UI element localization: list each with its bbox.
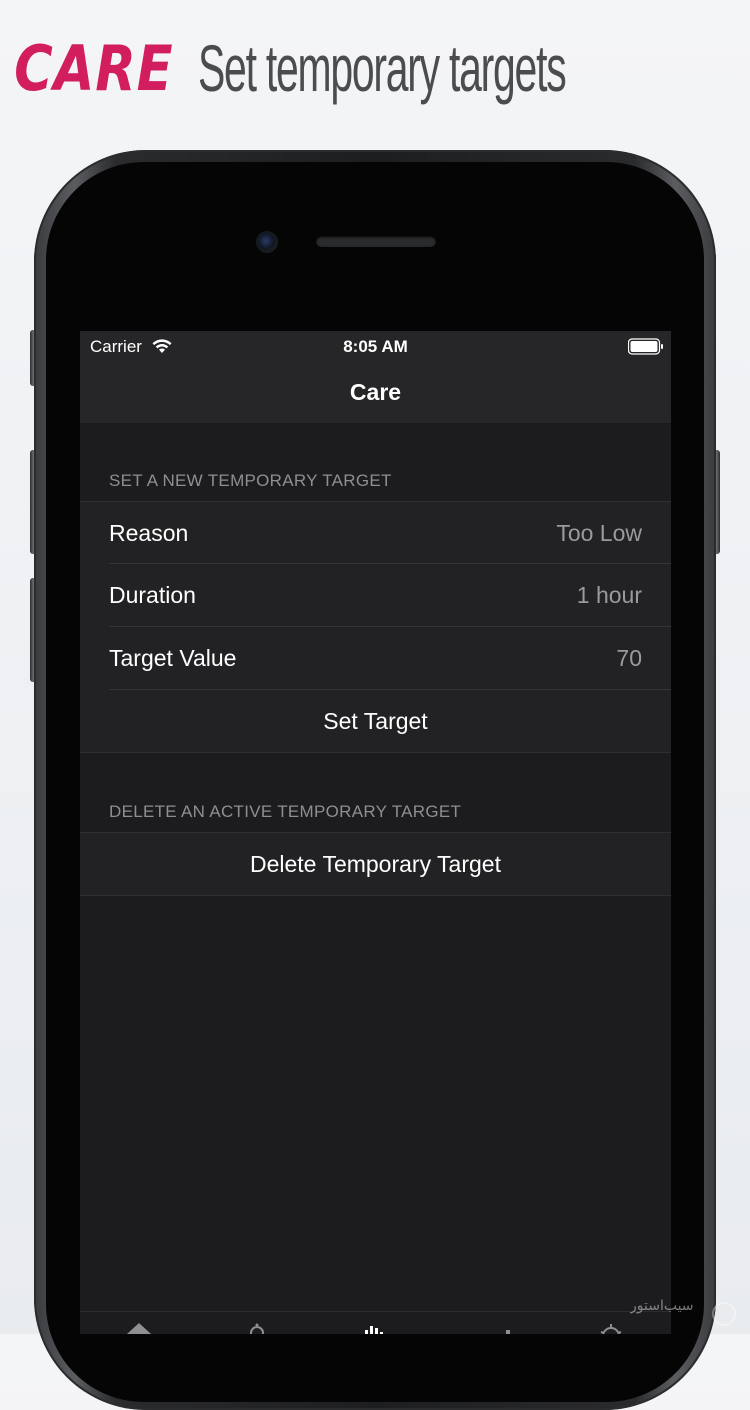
watermark: سیب‌استور [630, 1298, 740, 1328]
watermark-text: سیب‌استور [630, 1298, 694, 1314]
promo-tagline: Set temporary targets [198, 31, 567, 105]
front-camera [256, 231, 278, 253]
brand-logo: CARE [14, 31, 174, 105]
reason-row[interactable]: Reason Too Low [80, 502, 671, 564]
status-time: 8:05 AM [343, 337, 408, 356]
home-icon[interactable] [124, 1320, 154, 1334]
target-value-label: Target Value [109, 645, 237, 671]
watermark-logo-icon [712, 1302, 736, 1326]
set-target-button[interactable]: Set Target [80, 690, 671, 752]
status-bar: Carrier 8:05 AM [80, 331, 671, 363]
delete-target-group: Delete Temporary Target [80, 832, 671, 896]
bell-icon[interactable] [242, 1320, 272, 1334]
delete-temporary-target-button[interactable]: Delete Temporary Target [80, 833, 671, 895]
battery-icon [628, 338, 663, 355]
set-target-label: Set Target [323, 708, 428, 734]
duration-value: 1 hour [576, 582, 642, 608]
new-target-group: Reason Too Low Duration 1 hour Target Va… [80, 501, 671, 753]
gear-icon[interactable] [596, 1320, 626, 1334]
app-screen: Carrier 8:05 AM Care SET A NEW TEMPORARY… [80, 331, 671, 1334]
promo-headline: CARE Set temporary targets [0, 30, 750, 120]
duration-label: Duration [109, 582, 196, 608]
page-title: Care [349, 379, 402, 405]
duration-row[interactable]: Duration 1 hour [80, 564, 671, 627]
target-value-value: 70 [616, 645, 642, 671]
target-value-row[interactable]: Target Value 70 [80, 627, 671, 690]
reason-value: Too Low [556, 520, 642, 546]
tab-bar [80, 1311, 671, 1334]
section-header-new-target: SET A NEW TEMPORARY TARGET [109, 471, 392, 490]
earpiece-speaker [316, 236, 436, 247]
delete-temporary-target-label: Delete Temporary Target [249, 851, 501, 877]
chart-icon[interactable] [358, 1320, 388, 1334]
reason-label: Reason [109, 520, 189, 546]
section-header-delete-target: DELETE AN ACTIVE TEMPORARY TARGET [109, 802, 462, 821]
bar-icon[interactable] [493, 1320, 523, 1334]
navigation-bar: Care [80, 363, 671, 424]
